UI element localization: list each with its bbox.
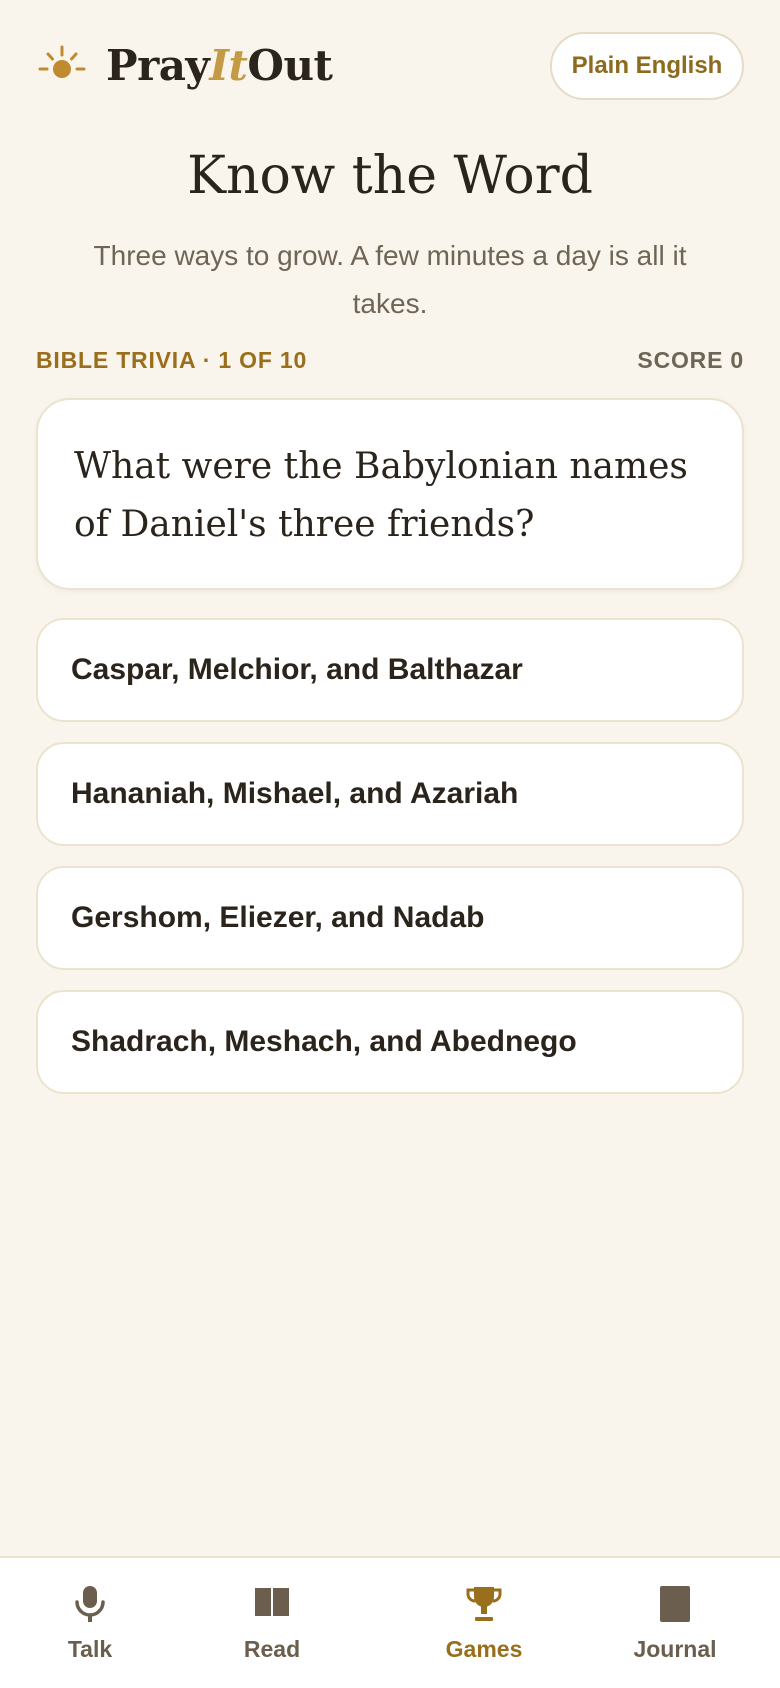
page-subtitle: Three ways to grow. A few minutes a day … — [93, 240, 687, 319]
screen: PrayItOut Plain English Know the Word Th… — [0, 0, 780, 1688]
app-header: PrayItOut Plain English — [0, 0, 780, 130]
plain-english-button[interactable]: Plain English — [550, 32, 744, 100]
question-text: What were the Babylonian names of Daniel… — [74, 446, 688, 545]
nav-item-talk[interactable]: Talk — [50, 1558, 130, 1688]
brand-part-out: Out — [247, 40, 333, 90]
nav-item-journal[interactable]: Journal — [620, 1558, 730, 1688]
sun-icon — [38, 45, 86, 78]
brand-part-pray: Pray — [106, 40, 210, 90]
journal-icon — [660, 1586, 690, 1622]
nav-item-read[interactable]: Read — [232, 1558, 312, 1688]
nav-label-journal: Journal — [633, 1636, 717, 1662]
question-card: What were the Babylonian names of Daniel… — [36, 398, 744, 590]
trophy-icon — [466, 1587, 502, 1621]
nav-item-games[interactable]: Games — [424, 1558, 544, 1688]
nav-label-talk: Talk — [67, 1636, 113, 1662]
book-icon — [255, 1588, 289, 1618]
answer-option[interactable]: Shadrach, Meshach, and Abednego — [36, 990, 744, 1094]
answer-option[interactable]: Hananiah, Mishael, and Azariah — [36, 742, 744, 846]
page-title: Know the Word — [187, 146, 593, 206]
nav-label-games: Games — [445, 1636, 523, 1662]
brand-name: PrayItOut — [106, 40, 333, 90]
answer-option[interactable]: Gershom, Eliezer, and Nadab — [36, 866, 744, 970]
nav-label-read: Read — [243, 1636, 301, 1662]
bottom-nav: Talk Read Games Journal — [0, 1556, 780, 1688]
logo[interactable]: PrayItOut — [38, 40, 333, 90]
score-display: SCORE 0 — [637, 346, 744, 373]
brand-part-it: It — [209, 40, 248, 90]
microphone-icon — [75, 1586, 105, 1622]
game-status-row: BIBLE TRIVIA · 1 OF 10 SCORE 0 — [36, 344, 744, 376]
answer-option[interactable]: Caspar, Melchior, and Balthazar — [36, 618, 744, 722]
trivia-progress: BIBLE TRIVIA · 1 OF 10 — [36, 346, 308, 373]
